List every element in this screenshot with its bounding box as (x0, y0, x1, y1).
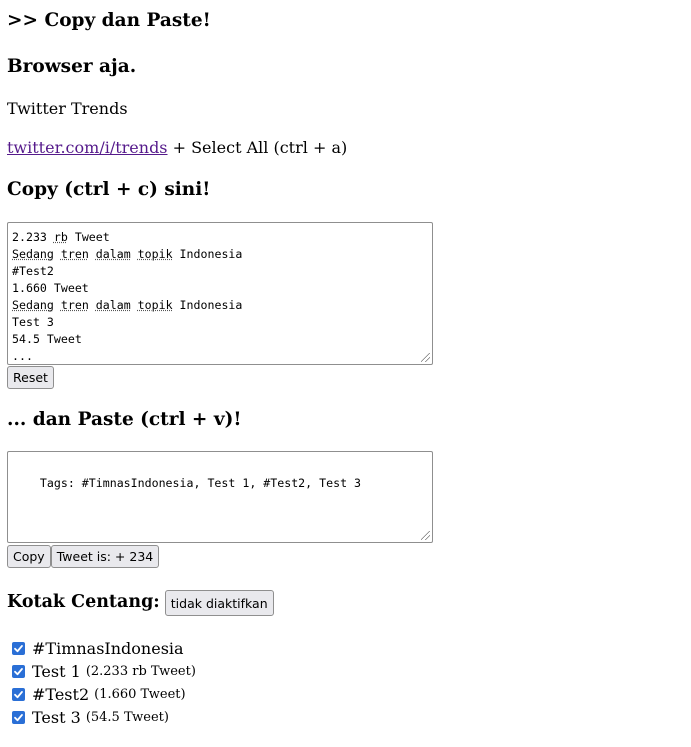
checkbox-label: #Test2 (32, 685, 90, 704)
checkbox-label: Test 3 (32, 708, 81, 727)
spellcheck-word: tren (60, 246, 89, 261)
spellcheck-word: tren (60, 297, 89, 312)
spellcheck-word: topik (137, 297, 173, 312)
checkbox-checked-icon[interactable] (12, 665, 25, 678)
page-title: >> Copy dan Paste! (7, 10, 684, 31)
tweet-count: (2.233 rb Tweet) (85, 664, 196, 679)
spellcheck-word: dalam (95, 297, 131, 312)
kotak-toggle-button[interactable]: tidak diaktifkan (164, 590, 274, 616)
checkbox-label: #TimnasIndonesia (32, 639, 184, 658)
spellcheck-word: rb (53, 229, 68, 244)
input-line: Sedang tren dalam topik Indonesia (12, 297, 243, 312)
input-line: Test 3 (12, 314, 54, 329)
checkbox-item[interactable]: #Test2 (1.660 Tweet) (7, 683, 684, 706)
input-line: 1.660 Tweet (12, 280, 89, 295)
spellcheck-word: dalam (95, 246, 131, 261)
spellcheck-word: Sedang (12, 297, 54, 312)
tweet-button[interactable]: Tweet is: + 234 (50, 545, 160, 568)
checkbox-checked-icon[interactable] (12, 642, 25, 655)
checkbox-checked-icon[interactable] (12, 711, 25, 724)
input-line: 2.233 rb Tweet (12, 229, 110, 244)
input-line: Sedang tren dalam topik Indonesia (12, 246, 243, 261)
checkbox-item[interactable]: Test 3 (54.5 Tweet) (7, 706, 684, 729)
checkbox-item[interactable]: Test 1 (2.233 rb Tweet) (7, 660, 684, 683)
kotak-centang-row: Kotak Centang: tidak diaktifkan (7, 590, 684, 616)
kotak-label: Kotak Centang: (7, 592, 160, 613)
tweet-count: (1.660 Tweet) (94, 687, 186, 702)
tags-output-text: Tags: #TimnasIndonesia, Test 1, #Test2, … (39, 476, 362, 490)
trends-instruction: twitter.com/i/trends + Select All (ctrl … (7, 140, 684, 156)
twitter-trends-text: Twitter Trends (7, 99, 128, 118)
heading-title: Copy dan Paste! (44, 10, 211, 31)
paste-heading: ... dan Paste (ctrl + v)! (7, 408, 242, 430)
trends-link[interactable]: twitter.com/i/trends (7, 138, 168, 157)
heading-prefix: >> (7, 10, 39, 31)
input-line: #Test2 (12, 263, 54, 278)
resize-grip-icon[interactable] (421, 352, 430, 362)
tweet-count: (54.5 Tweet) (85, 710, 169, 725)
input-line: 54.5 Tweet (12, 331, 82, 346)
trends-input-textarea[interactable]: 2.233 rb Tweet Sedang tren dalam topik In… (7, 221, 433, 365)
checkbox-item[interactable]: #TimnasIndonesia (7, 637, 684, 660)
tags-output-textarea[interactable]: Tags: #TimnasIndonesia, Test 1, #Test2, … (7, 451, 433, 543)
checkbox-checked-icon[interactable] (12, 688, 25, 701)
spellcheck-word: topik (137, 246, 173, 261)
spellcheck-word: Sedang (12, 246, 54, 261)
copy-button[interactable]: Copy (7, 545, 51, 568)
resize-grip-icon[interactable] (421, 531, 430, 540)
input-line: ... (12, 348, 33, 363)
copy-heading: Copy (ctrl + c) sini! (7, 179, 211, 200)
checkbox-list: #TimnasIndonesia Test 1 (2.233 rb Tweet) #T… (7, 637, 684, 729)
select-all-text: + Select All (ctrl + a) (167, 138, 348, 157)
reset-button[interactable]: Reset (7, 365, 54, 389)
checkbox-label: Test 1 (32, 662, 81, 681)
browser-heading: Browser aja. (7, 55, 137, 77)
